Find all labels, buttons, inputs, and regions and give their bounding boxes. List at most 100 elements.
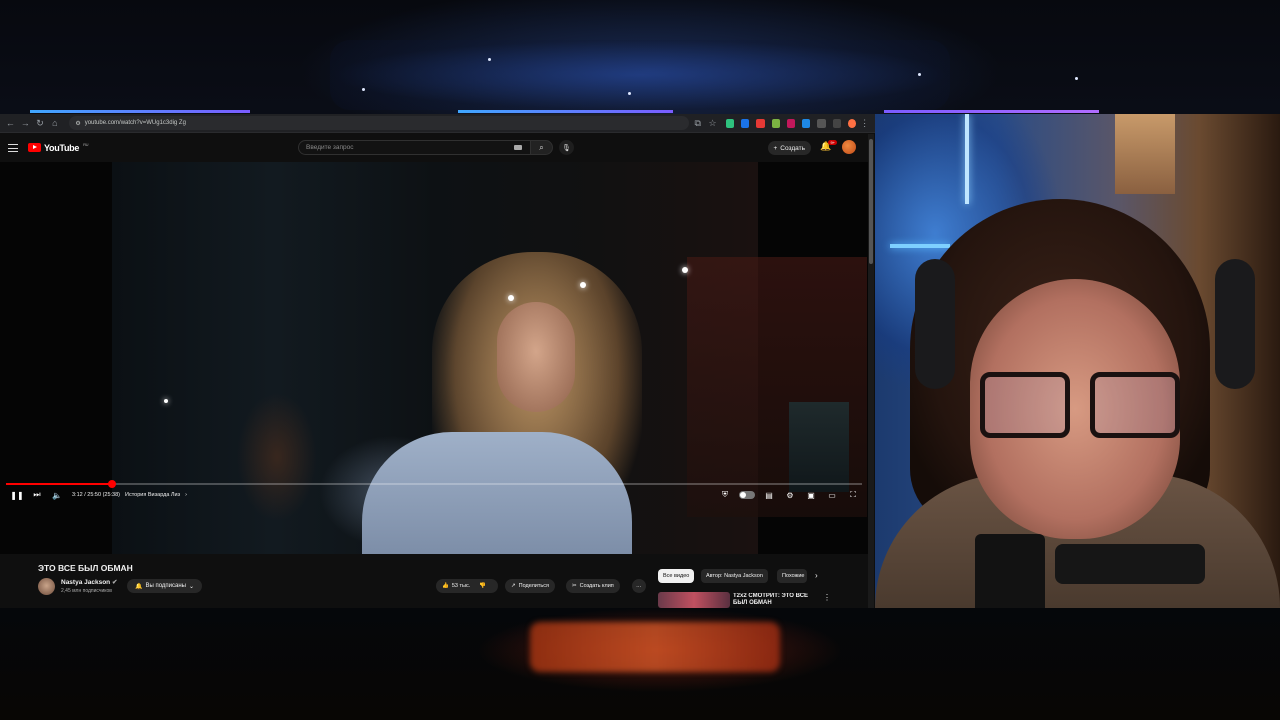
search-button[interactable]: ⌕: [531, 140, 553, 155]
webcam-mic-arm: [1055, 544, 1205, 584]
reload-icon[interactable]: ↻: [34, 116, 47, 130]
webcam-neon-light: [890, 244, 950, 248]
miniplayer-icon[interactable]: ▣: [804, 488, 818, 502]
background-star: [918, 73, 921, 76]
verified-check-icon: ✔: [111, 579, 118, 586]
site-info-icon[interactable]: ⚙: [75, 120, 80, 127]
recommendation-menu-icon[interactable]: ⋮: [823, 593, 831, 602]
share-button[interactable]: ↗ Поделиться: [505, 579, 555, 593]
extension-icon[interactable]: [771, 118, 780, 128]
voice-search-button[interactable]: 🎙: [559, 140, 574, 155]
region-code: RU: [83, 142, 89, 147]
next-icon[interactable]: ⏭: [30, 488, 44, 502]
extension-icon[interactable]: [725, 118, 735, 128]
home-icon[interactable]: ⌂: [48, 116, 61, 130]
background-sky: [330, 40, 950, 110]
subtitles-icon[interactable]: ▤: [762, 488, 776, 502]
microphone-icon: 🎙: [562, 144, 571, 152]
pause-icon[interactable]: ❚❚: [10, 488, 24, 502]
webcam-headphone-right: [1215, 259, 1255, 389]
page-scrollbar[interactable]: [868, 134, 874, 608]
share-icon: ↗: [511, 583, 516, 589]
like-dislike-button[interactable]: 👍 53 тыс. 👎: [436, 579, 498, 593]
extension-icon[interactable]: [741, 118, 750, 128]
address-text: youtube.com/watch?v=WUg1c3dig Zg: [84, 120, 186, 126]
channel-name[interactable]: Nastya Jackson ✔: [61, 578, 117, 586]
video-lamp: [682, 267, 688, 273]
background-car-light: [530, 622, 780, 672]
scrollbar-thumb[interactable]: [869, 139, 873, 264]
player-controls: ❚❚ ⏭ 🔈 3:12 / 25:50 (25:38) История Виза…: [0, 487, 868, 503]
browser-menu-icon[interactable]: ⋮: [858, 116, 871, 130]
create-label: Создать: [780, 144, 805, 152]
frame-glow-top: [884, 110, 1099, 113]
thumbs-down-icon[interactable]: 👎: [479, 583, 486, 589]
chips-next-icon[interactable]: ›: [815, 571, 818, 580]
extension-icon[interactable]: [786, 118, 796, 128]
clip-label: Создать клип: [579, 583, 614, 589]
browser-window: ← → ↻ ⌂ ⚙ youtube.com/watch?v=WUg1c3dig …: [0, 114, 875, 608]
bookmark-star-icon[interactable]: ☆: [706, 116, 719, 130]
shield-icon[interactable]: ⛨: [718, 488, 732, 502]
create-button[interactable]: + Создать: [767, 141, 811, 155]
keyboard-icon[interactable]: [514, 145, 522, 150]
volume-icon[interactable]: 🔈: [50, 488, 64, 502]
player-controls-right: ⛨ ▤ ⚙ ▣ ▭ ⛶: [718, 488, 860, 502]
recommendation-thumbnail[interactable]: [658, 592, 730, 608]
back-arrow-icon[interactable]: ←: [4, 116, 17, 130]
stream-overlay: ← → ↻ ⌂ ⚙ youtube.com/watch?v=WUg1c3dig …: [0, 0, 1280, 720]
bell-icon: 🔔: [135, 583, 143, 590]
hamburger-menu-icon[interactable]: [8, 143, 18, 152]
glasses-lens-right: [1090, 372, 1180, 438]
more-actions-button[interactable]: …: [632, 579, 646, 593]
clip-button[interactable]: ✂ Создать клип: [566, 579, 620, 593]
webcam-feed: [875, 114, 1280, 608]
theater-mode-icon[interactable]: ▭: [825, 488, 839, 502]
video-person-face: [497, 302, 575, 412]
extension-icon[interactable]: [802, 118, 811, 128]
background-star: [362, 88, 365, 91]
video-lamp: [580, 282, 586, 288]
fullscreen-icon[interactable]: ⛶: [846, 488, 860, 502]
subscribed-button[interactable]: 🔔 Вы подписаны ⌄: [127, 579, 203, 593]
search-input[interactable]: Введите запрос: [298, 140, 531, 155]
thumbs-up-icon[interactable]: 👍: [442, 583, 449, 589]
webcam-glasses: [975, 372, 1185, 442]
address-bar[interactable]: ⚙ youtube.com/watch?v=WUg1c3dig Zg: [69, 116, 690, 130]
extensions-puzzle-icon[interactable]: [817, 118, 826, 128]
sidebar-icon[interactable]: [832, 118, 841, 128]
chip-all-videos[interactable]: Все видео: [658, 569, 695, 583]
search-icon: ⌕: [539, 142, 544, 152]
background-star: [628, 92, 631, 95]
settings-gear-icon[interactable]: ⚙: [783, 488, 797, 502]
browser-toolbar: ← → ↻ ⌂ ⚙ youtube.com/watch?v=WUg1c3dig …: [0, 114, 875, 133]
progress-bar[interactable]: [6, 480, 862, 488]
search-placeholder: Введите запрос: [306, 144, 354, 151]
subscribed-label: Вы подписаны: [145, 583, 186, 589]
profile-icon[interactable]: [847, 118, 857, 128]
video-lamp: [164, 399, 168, 403]
youtube-play-icon: [28, 143, 41, 152]
forward-arrow-icon[interactable]: →: [19, 116, 32, 130]
install-icon[interactable]: ⧉: [691, 116, 704, 130]
progress-played: [6, 483, 113, 485]
channel-name-text: Nastya Jackson: [61, 579, 111, 586]
webcam-neon-light: [965, 114, 969, 204]
youtube-header: YouTube RU Введите запрос ⌕ 🎙 + Создать …: [0, 133, 875, 162]
chevron-right-icon[interactable]: ›: [185, 492, 187, 498]
extension-icon[interactable]: [756, 118, 765, 128]
notification-badge: 9+: [828, 140, 837, 145]
chip-similar[interactable]: Похожие: [777, 569, 807, 583]
frame-glow-top: [30, 110, 250, 113]
autoplay-toggle[interactable]: [739, 491, 755, 499]
like-count: 53 тыс.: [451, 583, 471, 589]
time-display: 3:12 / 25:50 (25:38): [72, 492, 121, 498]
youtube-logo[interactable]: YouTube RU: [28, 142, 89, 153]
plus-icon: +: [773, 144, 778, 152]
recommendation-title[interactable]: T2x2 СМОТРИТ: ЭТО ВСЕ БЫЛ ОБМАН: [733, 593, 823, 607]
scissors-icon: ✂: [572, 583, 577, 589]
chapter-title[interactable]: История Визарда Лиз: [125, 492, 180, 498]
channel-avatar[interactable]: [38, 578, 55, 595]
chip-author[interactable]: Автор: Nastya Jackson: [701, 569, 768, 583]
user-avatar[interactable]: [842, 140, 856, 154]
